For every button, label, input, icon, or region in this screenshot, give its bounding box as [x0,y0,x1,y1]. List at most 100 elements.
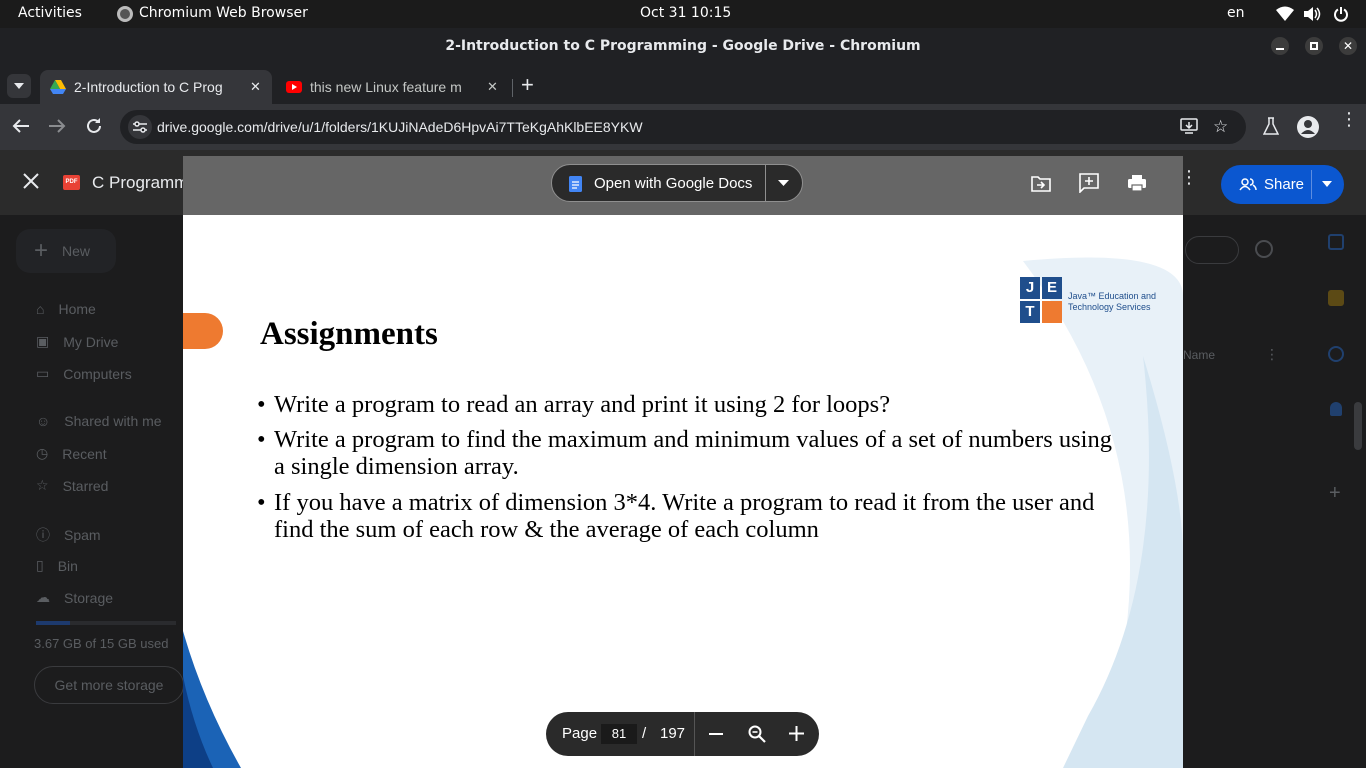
tab-strip: 2-Introduction to C Prog ✕ this new Linu… [0,64,1366,104]
youtube-icon [286,81,302,93]
address-bar[interactable]: drive.google.com/drive/u/1/folders/1KUJi… [120,110,1246,144]
storage-bar-fill [36,621,71,625]
url-text: drive.google.com/drive/u/1/folders/1KUJi… [157,119,643,135]
close-viewer-button[interactable] [22,172,40,190]
bookmark-star-icon[interactable]: ☆ [1213,117,1228,137]
nav-storage[interactable]: ☁ Storage [36,589,113,606]
sort-label[interactable]: Name [1183,348,1215,362]
reload-icon [87,118,101,133]
close-icon: ✕ [1342,39,1354,53]
reload-button[interactable] [85,117,103,135]
close-window-button[interactable]: ✕ [1339,37,1357,55]
install-app-button[interactable] [1180,118,1198,134]
logo-text: Java™ Education and Technology Services [1068,291,1156,313]
new-tab-button[interactable]: + [521,72,534,98]
close-tab-icon[interactable]: ✕ [250,79,261,95]
pdf-page: J E T Java™ Education and Technology Ser… [183,156,1183,768]
nav-recent[interactable]: ◷ Recent [36,445,107,462]
zoom-out-button[interactable] [709,733,723,735]
app-menu[interactable]: Chromium Web Browser [139,5,308,21]
open-with-dropdown[interactable] [778,180,789,186]
minimize-button[interactable] [1271,37,1289,55]
more-options-icon[interactable]: ⋮ [1265,346,1279,363]
window-title-bar: 2-Introduction to C Programming - Google… [0,28,1366,64]
print-icon [1128,175,1146,192]
google-docs-icon [569,176,582,192]
maximize-button[interactable] [1305,37,1323,55]
nav-my-drive[interactable]: ▣ My Drive [36,333,118,350]
get-storage-button[interactable]: Get more storage [34,666,184,704]
nav-label: Starred [62,477,109,494]
flask-icon [1263,117,1279,135]
nav-computers[interactable]: ▭ Computers [36,365,132,382]
wifi-icon[interactable] [1276,6,1294,22]
nav-home[interactable]: ⌂ Home [36,301,96,317]
page-label: Page [562,725,598,742]
bullet-dot: • [257,391,266,418]
share-dropdown[interactable] [1322,181,1332,187]
computer-icon: ▭ [36,365,50,381]
activities-button[interactable]: Activities [18,5,82,21]
logo-text-line: Java™ Education and [1068,291,1157,301]
tab-youtube[interactable]: this new Linux feature m ✕ [278,70,508,104]
new-button[interactable]: + New [16,229,116,273]
plus-icon [789,726,804,741]
add-addon-icon[interactable]: + [1329,482,1341,505]
tab-search-button[interactable] [7,74,31,98]
clock[interactable]: Oct 31 10:15 [640,5,731,21]
magnifier-icon [748,725,766,743]
print-button[interactable] [1127,174,1147,192]
caret-down-icon [778,180,789,186]
close-icon [23,173,39,189]
forward-button[interactable] [48,118,66,134]
bullet-line: If you have a matrix of dimension 3*4. W… [274,489,1095,516]
cloud-icon: ☁ [36,589,50,605]
site-info-button[interactable] [128,115,152,139]
window-title: 2-Introduction to C Programming - Google… [445,38,921,54]
scrollbar-thumb[interactable] [1354,402,1362,450]
nav-label: My Drive [63,333,119,350]
nav-label: Storage [64,589,114,606]
info-icon[interactable] [1255,240,1273,258]
share-button[interactable]: Share [1221,165,1344,204]
view-toggle[interactable] [1185,236,1239,264]
tab-title: 2-Introduction to C Prog [74,79,223,95]
volume-icon[interactable] [1303,6,1321,22]
profile-avatar[interactable] [1297,116,1319,138]
zoom-fit-button[interactable] [748,725,766,743]
open-with-google-docs-button[interactable]: Open with Google Docs [551,164,803,202]
nav-spam[interactable]: ⓘ Spam [36,525,101,545]
calendar-icon[interactable] [1328,234,1344,250]
nav-starred[interactable]: ☆ Starred [36,477,108,494]
input-language[interactable]: en [1227,5,1245,21]
storage-text: 3.67 GB of 15 GB used [34,636,169,651]
nav-bin[interactable]: ▯ Bin [36,557,78,574]
labs-button[interactable] [1263,117,1279,135]
nav-label: Shared with me [64,413,162,429]
control-divider [694,712,695,756]
contacts-icon[interactable] [1330,402,1342,416]
close-tab-icon[interactable]: ✕ [487,79,498,95]
new-button-label: New [62,243,91,259]
home-icon: ⌂ [36,301,45,317]
nav-shared[interactable]: ☺ Shared with me [36,413,162,429]
keep-icon[interactable] [1328,290,1344,306]
add-to-drive-button[interactable] [1031,175,1051,192]
page-number-input[interactable]: 81 [601,724,637,744]
add-comment-button[interactable] [1079,173,1099,193]
logo-letter-e: E [1042,277,1062,299]
bullet-dot: • [257,426,266,453]
bullet-line: find the sum of each row & the average o… [274,516,819,543]
tasks-icon[interactable] [1328,346,1344,362]
zoom-in-button[interactable] [789,726,804,741]
power-icon[interactable] [1333,6,1349,22]
tab-drive[interactable]: 2-Introduction to C Prog ✕ [40,70,272,104]
back-button[interactable] [12,118,30,134]
browser-menu-icon[interactable]: ⋮ [1340,110,1358,128]
viewer-more-icon[interactable]: ⋮ [1180,168,1198,186]
bin-icon: ▯ [36,557,44,573]
orange-accent-tab [183,313,223,349]
maximize-icon [1310,42,1318,50]
drive-icon: ▣ [36,333,50,349]
logo-orange-square [1042,301,1062,323]
